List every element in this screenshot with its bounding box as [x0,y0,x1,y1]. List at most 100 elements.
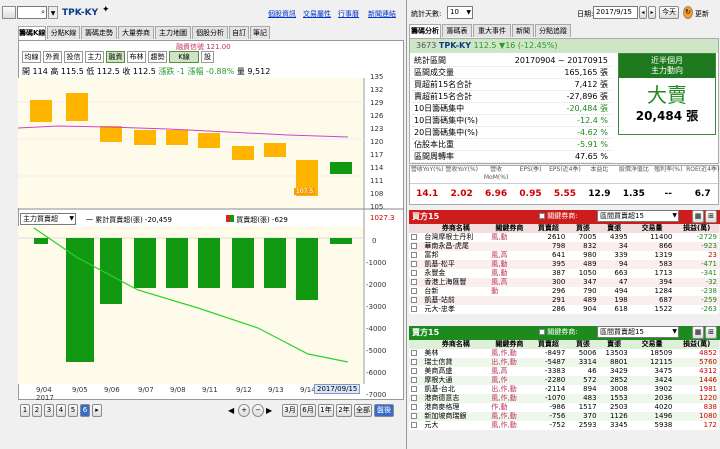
column-header[interactable]: 賣張 [599,224,630,233]
tab-branch-track[interactable]: 分點追蹤 [535,24,571,37]
subtab-settings[interactable]: 設 [201,51,214,63]
link-calendar[interactable]: 行事曆 [338,9,359,19]
range-6m-button[interactable]: 6月 [300,404,316,417]
subtab-margin[interactable]: 融資 [106,51,125,63]
buy-select[interactable]: 區間買賣超15 ▼ [597,210,679,222]
table-row[interactable]: 香港上海匯豐 風,高 300 347 47 394 -32 [409,278,719,287]
dropdown-chevron-icon[interactable]: ▼ [48,6,58,19]
buy-expand-icon[interactable]: ▦ [692,210,704,223]
column-header[interactable]: 買張 [567,224,598,233]
row-checkbox[interactable] [409,251,422,260]
row-checkbox[interactable] [409,349,422,358]
table-row[interactable]: 美林 風,作,動 -8497 5006 13503 18509 4852 [409,349,719,358]
table-row[interactable]: 港商麥格理 作,動 -986 1517 2503 4020 838 [409,403,719,412]
sell-select[interactable]: 區間買賣超15 ▼ [597,326,679,338]
row-checkbox[interactable] [409,242,422,251]
row-checkbox[interactable] [409,394,422,403]
range-1y-button[interactable]: 1年 [318,404,334,417]
sell-settings-icon[interactable]: ⊞ [705,326,717,339]
tab-chip-trend[interactable]: 籌碼走勢 [81,26,117,39]
row-checkbox[interactable] [409,412,422,421]
next-page-icon[interactable]: ▸ [92,404,102,417]
column-header[interactable]: 關鍵券商 [489,224,529,233]
range-2y-button[interactable]: 2年 [336,404,352,417]
subtab-bollinger[interactable]: 布林 [127,51,146,63]
table-row[interactable]: 富邦 風,高 641 980 339 1319 23 [409,251,719,260]
table-row[interactable]: 凱基-松平 風,動 395 489 94 583 -471 [409,260,719,269]
today-button[interactable]: 今天 [659,6,679,19]
subtab-k-line[interactable]: K線 [169,51,199,63]
next-day-icon[interactable]: ▸ [648,6,656,19]
page-4-button[interactable]: 4 [56,404,66,417]
column-header[interactable]: 交易量 [630,224,675,233]
subtab-trust[interactable]: 投信 [64,51,83,63]
page-1-button[interactable]: 1 [20,404,30,417]
link-trade-attr[interactable]: 交易屬性 [303,9,331,19]
table-row[interactable]: 台灣摩根士丹利 風,動 2610 7005 4395 11400 -2729 [409,233,719,242]
row-checkbox[interactable] [409,269,422,278]
tab-branch-k[interactable]: 分點K線 [47,26,80,39]
refresh-label[interactable]: 更新 [695,9,709,19]
column-header[interactable]: 關鍵券商 [489,340,529,349]
subtab-foreign[interactable]: 外資 [43,51,62,63]
table-row[interactable]: 美商高盛 風,高 -3383 46 3429 3475 4312 [409,367,719,376]
after-hours-button[interactable]: 盤後 [374,404,394,417]
column-header[interactable]: 券商名稱 [422,340,489,349]
zoom-out-icon[interactable]: − [252,404,264,417]
page-5-button[interactable]: 5 [68,404,78,417]
tab-stock-analysis[interactable]: 個股分析 [192,26,228,39]
tab-custom[interactable]: 自訂 [229,26,249,39]
row-checkbox[interactable] [409,278,422,287]
range-all-button[interactable]: 全部 [354,404,372,417]
link-stock-info[interactable]: 個股資訊 [268,9,296,19]
table-row[interactable]: 台新 動 296 790 494 1284 -238 [409,287,719,296]
table-row[interactable]: 港商德意志 風,作,動 -1070 483 1553 2036 1220 [409,394,719,403]
row-checkbox[interactable] [409,305,422,314]
page-2-button[interactable]: 2 [32,404,42,417]
tab-chip-table[interactable]: 籌碼表 [442,24,472,37]
column-header[interactable]: 損益(萬) [674,340,719,349]
row-checkbox[interactable] [409,233,422,242]
row-checkbox[interactable] [409,376,422,385]
stat-days-select[interactable]: 10 ▼ [447,6,473,19]
column-header[interactable]: 買賣超 [529,340,567,349]
star-icon[interactable]: ✦ [102,5,115,18]
sell-expand-icon[interactable]: ▦ [692,326,704,339]
tab-events[interactable]: 重大事件 [473,24,511,37]
table-row[interactable]: 元大 風,作,動 -752 2593 3345 5938 172 [409,421,719,430]
page-6-button[interactable]: 6 [80,404,90,417]
scroll-left-icon[interactable]: ◀ [228,406,234,415]
row-checkbox[interactable] [409,260,422,269]
table-row[interactable]: 新加坡商瑞銀 風,作,動 -756 370 1126 1496 1080 [409,412,719,421]
scroll-right-icon[interactable]: ▶ [266,406,272,415]
column-header[interactable]: 買賣超 [529,224,567,233]
column-header[interactable]: 賣張 [599,340,630,349]
buy-settings-icon[interactable]: ⊞ [705,210,717,223]
table-row[interactable]: 摩根大通 風,作 -2280 572 2852 3424 1446 [409,376,719,385]
range-3m-button[interactable]: 3月 [282,404,298,417]
table-row[interactable]: 瑞士信貸 出,作,動 -5487 3314 8801 12115 5760 [409,358,719,367]
subtab-main[interactable]: 主力 [85,51,104,63]
column-header[interactable]: 交易量 [630,340,675,349]
page-3-button[interactable]: 3 [44,404,54,417]
row-checkbox[interactable] [409,403,422,412]
date-input[interactable]: 2017/9/15 [593,6,638,19]
table-row[interactable]: 元大-忠孝 286 904 618 1522 -263 [409,305,719,314]
row-checkbox[interactable] [409,287,422,296]
tab-big-broker[interactable]: 大量券商 [118,26,154,39]
link-news[interactable]: 新聞連結 [368,9,396,19]
stock-code-input[interactable]: ⌕ [17,6,47,19]
tab-chip-k[interactable]: 籌碼K線 [18,26,46,40]
nav-home-button[interactable] [2,6,16,19]
tab-chip-analysis[interactable]: 籌碼分析 [409,24,441,38]
table-row[interactable]: 凱基-站前 291 489 198 687 -259 [409,296,719,305]
column-header[interactable]: 買張 [567,340,598,349]
row-checkbox[interactable] [409,385,422,394]
table-row[interactable]: 凱基-台北 出,作,動 -2114 894 3008 3902 1981 [409,385,719,394]
table-row[interactable]: 華南永昌-虎尾 798 832 34 866 -923 [409,242,719,251]
row-checkbox[interactable] [409,358,422,367]
lower-indicator-select[interactable]: 主力買賣超 ▼ [20,213,76,225]
refresh-icon[interactable]: ↻ [683,6,693,19]
column-header[interactable]: 券商名稱 [422,224,489,233]
zoom-in-icon[interactable]: + [238,404,250,417]
